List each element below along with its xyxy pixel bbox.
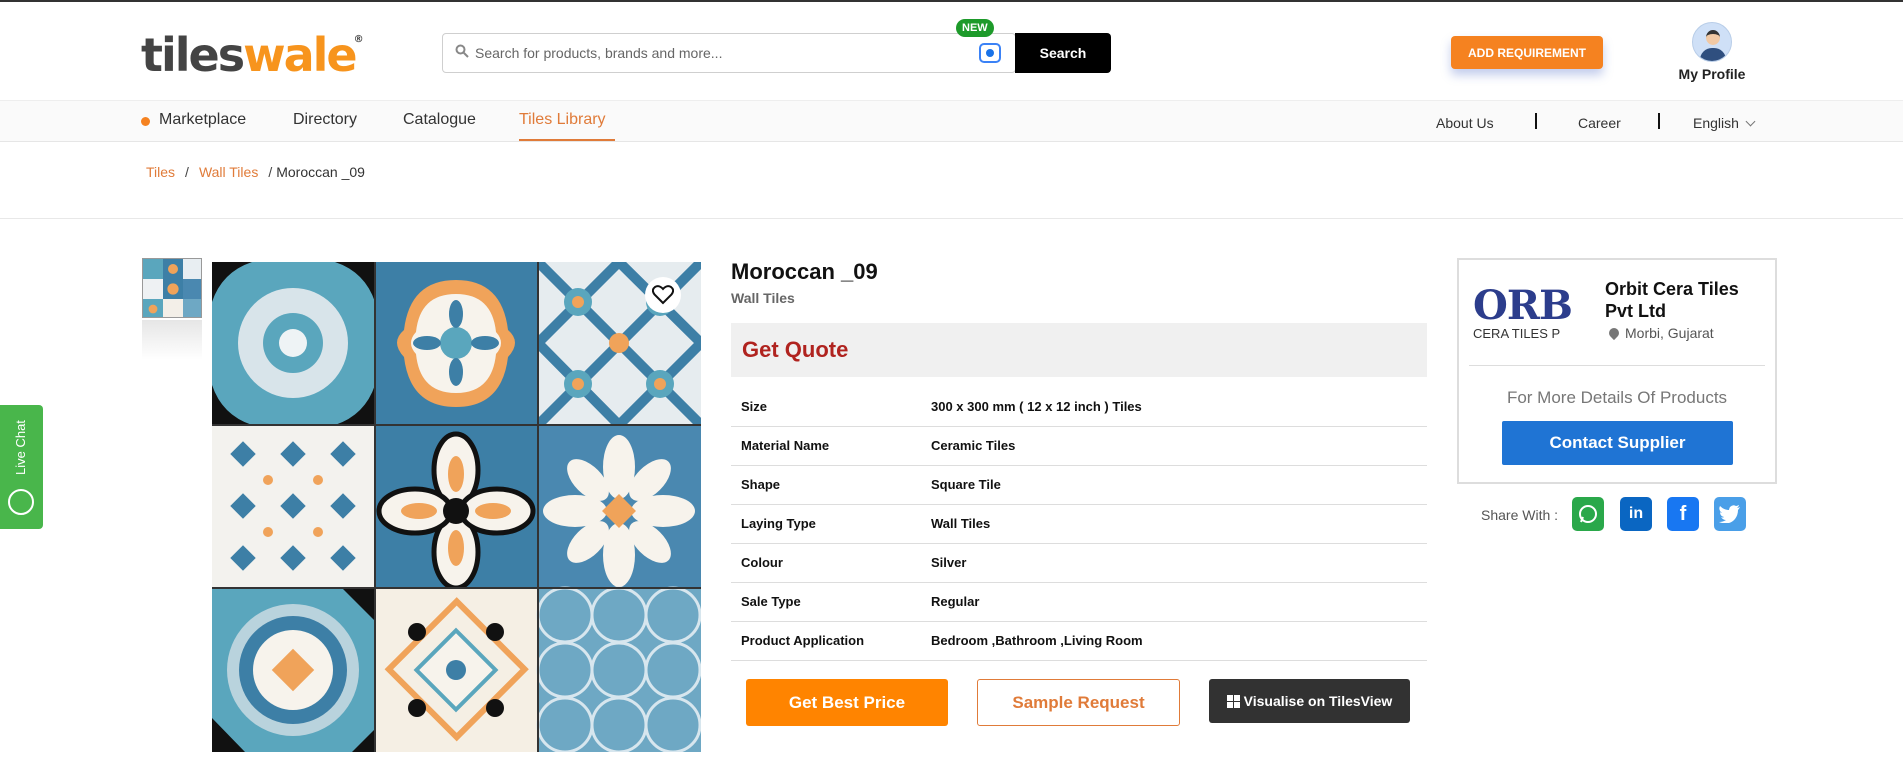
table-row: Material Name Ceramic Tiles — [731, 426, 1427, 466]
spec-value: Ceramic Tiles — [931, 426, 1427, 466]
spec-value: Wall Tiles — [931, 504, 1427, 544]
search-input[interactable] — [475, 34, 945, 72]
supplier-logo-subtext: CERA TILES P — [1473, 326, 1561, 341]
breadcrumb-current: Moroccan _09 — [276, 164, 365, 180]
get-quote-label: Get Quote — [742, 337, 849, 362]
nav-catalogue[interactable]: Catalogue — [403, 111, 476, 129]
language-selector[interactable]: English — [1693, 115, 1756, 131]
table-row: Size 300 x 300 mm ( 12 x 12 inch ) Tiles — [731, 387, 1427, 427]
chevron-down-icon — [1745, 116, 1756, 127]
live-chat-tab[interactable]: Live Chat — [0, 405, 43, 529]
registered-mark: ® — [353, 34, 364, 45]
table-row: Colour Silver — [731, 543, 1427, 583]
spec-value: Silver — [931, 543, 1427, 583]
spec-table: Size 300 x 300 mm ( 12 x 12 inch ) Tiles … — [731, 387, 1427, 661]
profile-label: My Profile — [1678, 66, 1746, 82]
search-button[interactable]: Search — [1015, 33, 1111, 73]
divider — [1469, 365, 1765, 366]
grid-icon — [1226, 695, 1240, 708]
linkedin-icon[interactable]: in — [1620, 497, 1652, 531]
supplier-logo[interactable]: ORB CERA TILES P — [1473, 282, 1583, 342]
heart-icon — [652, 285, 674, 305]
spec-value: Regular — [931, 582, 1427, 622]
product-main-image[interactable] — [212, 262, 701, 752]
spec-value: 300 x 300 mm ( 12 x 12 inch ) Tiles — [931, 387, 1427, 427]
nav-directory[interactable]: Directory — [293, 111, 357, 129]
nav-career[interactable]: Career — [1578, 115, 1621, 131]
thumbnail-shadow — [142, 320, 202, 360]
active-tab-underline — [519, 139, 615, 141]
breadcrumb-tiles[interactable]: Tiles — [146, 164, 175, 180]
spec-key: Colour — [731, 543, 931, 583]
tileswale-logo[interactable]: tileswale ® — [141, 28, 364, 82]
avatar — [1692, 22, 1732, 62]
product-thumbnail[interactable] — [142, 258, 202, 318]
live-chat-label: Live Chat — [13, 420, 28, 475]
contact-supplier-button[interactable]: Contact Supplier — [1502, 421, 1733, 465]
visualise-tilesview-button[interactable]: Visualise on TilesView — [1209, 679, 1410, 723]
visualise-label: Visualise on TilesView — [1243, 693, 1393, 709]
breadcrumb: Tiles / Wall Tiles / Moroccan _09 — [146, 164, 365, 180]
get-best-price-button[interactable]: Get Best Price — [746, 679, 948, 726]
language-label: English — [1693, 115, 1739, 131]
facebook-icon[interactable]: f — [1667, 497, 1699, 531]
add-requirement-button[interactable]: ADD REQUIREMENT — [1451, 36, 1603, 69]
spec-key: Material Name — [731, 426, 931, 466]
search-icon — [455, 44, 469, 58]
supplier-name[interactable]: Orbit Cera Tiles Pvt Ltd — [1605, 278, 1765, 322]
product-title: Moroccan _09 — [731, 259, 878, 284]
product-category: Wall Tiles — [731, 290, 795, 306]
spec-key: Laying Type — [731, 504, 931, 544]
thumbnail-image — [143, 259, 201, 317]
wishlist-button[interactable] — [645, 277, 681, 313]
table-row: Sale Type Regular — [731, 582, 1427, 622]
logo-text-tiles: tiles — [141, 28, 245, 82]
spec-key: Product Application — [731, 621, 931, 661]
logo-text-wale: wale — [243, 28, 358, 82]
supplier-location-text: Morbi, Gujarat — [1625, 325, 1714, 341]
marketplace-dot-icon — [141, 117, 150, 126]
supplier-location: Morbi, Gujarat — [1606, 325, 1714, 341]
twitter-icon[interactable] — [1714, 497, 1746, 531]
main-nav: Marketplace Directory Catalogue Tiles Li… — [0, 100, 1903, 142]
search-box — [442, 33, 1016, 73]
more-details-text: For More Details Of Products — [1506, 388, 1728, 407]
spec-key: Shape — [731, 465, 931, 505]
camera-search-icon[interactable] — [979, 43, 1001, 63]
divider — [0, 218, 1903, 219]
share-label: Share With : — [1481, 507, 1559, 523]
nav-tiles-library[interactable]: Tiles Library — [519, 111, 606, 129]
nav-divider — [1658, 113, 1660, 129]
spec-key: Sale Type — [731, 582, 931, 622]
nav-divider — [1535, 113, 1537, 129]
spec-value: Bedroom ,Bathroom ,Living Room — [931, 621, 1427, 661]
table-row: Product Application Bedroom ,Bathroom ,Li… — [731, 621, 1427, 661]
whatsapp-icon[interactable] — [1572, 497, 1604, 531]
get-quote-banner[interactable]: Get Quote — [731, 323, 1427, 377]
chat-phone-icon — [8, 489, 34, 515]
my-profile[interactable]: My Profile — [1670, 22, 1754, 82]
table-row: Shape Square Tile — [731, 465, 1427, 505]
spec-value: Square Tile — [931, 465, 1427, 505]
site-header: tileswale® NEW Search ADD REQUIREMENT My… — [0, 4, 1903, 100]
spec-key: Size — [731, 387, 931, 427]
breadcrumb-wall-tiles[interactable]: Wall Tiles — [199, 164, 258, 180]
sample-request-button[interactable]: Sample Request — [977, 679, 1180, 726]
supplier-logo-text: ORB — [1473, 282, 1573, 329]
table-row: Laying Type Wall Tiles — [731, 504, 1427, 544]
nav-about-us[interactable]: About Us — [1436, 115, 1494, 131]
location-pin-icon — [1606, 325, 1622, 341]
new-badge: NEW — [956, 19, 994, 37]
nav-marketplace[interactable]: Marketplace — [159, 111, 246, 129]
supplier-card: ORB CERA TILES P Orbit Cera Tiles Pvt Lt… — [1457, 258, 1777, 484]
